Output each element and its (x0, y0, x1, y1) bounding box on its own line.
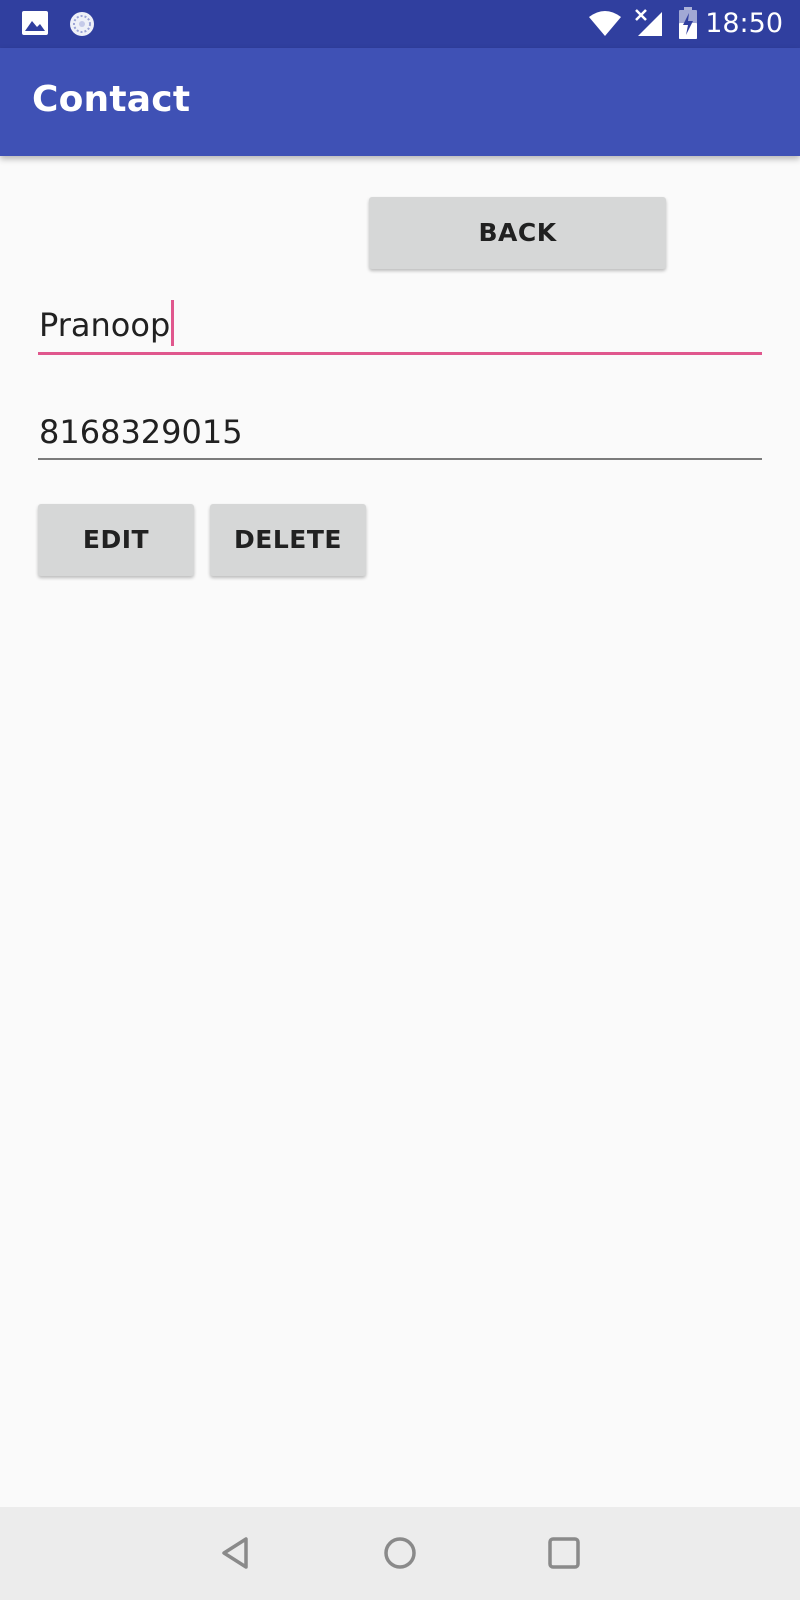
recents-square-icon[interactable] (540, 1529, 588, 1577)
home-circle-icon[interactable] (376, 1529, 424, 1577)
status-time: 18:50 (705, 8, 783, 39)
back-triangle-icon[interactable] (212, 1529, 260, 1577)
sync-notification-icon (70, 12, 94, 36)
name-field-value: Pranoop (39, 306, 171, 344)
name-field-text: Pranoop (39, 300, 175, 346)
navigation-bar (0, 1507, 800, 1600)
phone-field[interactable]: 8168329015 (38, 396, 762, 460)
wifi-icon (589, 11, 621, 36)
edit-button[interactable]: EDIT (38, 504, 194, 576)
phone-field-value: 8168329015 (39, 413, 243, 451)
battery-charging-icon (679, 7, 697, 39)
delete-button[interactable]: DELETE (210, 504, 366, 576)
app-bar: Contact (0, 48, 800, 156)
name-field[interactable]: Pranoop (38, 290, 762, 355)
no-signal-icon (635, 9, 662, 36)
status-bar: 18:50 (0, 0, 800, 48)
back-button[interactable]: BACK (369, 197, 666, 269)
content-area: BACK Pranoop 8168329015 EDIT DELETE (0, 156, 800, 1507)
text-cursor (171, 300, 175, 346)
image-notification-icon (22, 11, 48, 35)
page-title: Contact (32, 79, 191, 120)
